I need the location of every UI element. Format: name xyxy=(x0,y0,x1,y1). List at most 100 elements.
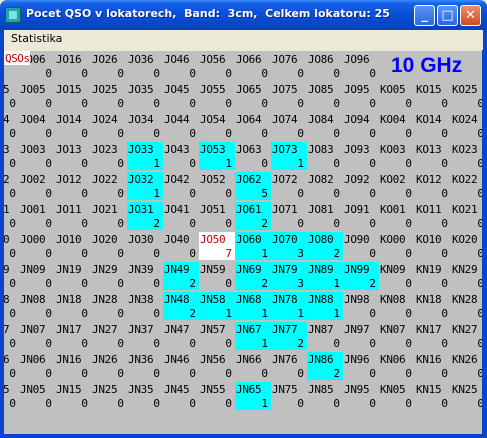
close-button[interactable]: ✕ xyxy=(460,5,481,26)
locator-cell[interactable]: JO31 2 xyxy=(127,202,163,230)
locator-cell[interactable]: JN69 2 xyxy=(235,262,271,290)
title-bar[interactable]: Pocet QSO v lokatorech, Band: 3cm, Celke… xyxy=(0,0,487,30)
locator-cell[interactable]: JN58 1 xyxy=(199,292,235,320)
locator-cell[interactable]: JN07 0 xyxy=(19,322,55,350)
locator-cell[interactable]: JO70 3 xyxy=(271,232,307,260)
locator-cell[interactable]: JN39 0 xyxy=(127,262,163,290)
locator-cell[interactable]: KO24 0 xyxy=(451,112,482,140)
locator-cell[interactable]: JO22 0 xyxy=(91,172,127,200)
locator-cell[interactable]: JO86 0 xyxy=(307,52,343,80)
locator-cell[interactable]: JO85 0 xyxy=(307,82,343,110)
locator-cell[interactable]: JO21 0 xyxy=(91,202,127,230)
locator-cell[interactable]: JN75 0 xyxy=(271,382,307,410)
locator-cell[interactable]: KN19 0 xyxy=(415,262,451,290)
locator-cell[interactable]: JO41 0 xyxy=(163,202,199,230)
locator-cell[interactable]: JO80 2 xyxy=(307,232,343,260)
locator-cell[interactable]: IN990 xyxy=(4,262,19,290)
locator-cell[interactable]: JN68 1 xyxy=(235,292,271,320)
locator-cell[interactable]: JN18 0 xyxy=(55,292,91,320)
locator-cell[interactable]: JN28 0 xyxy=(91,292,127,320)
locator-cell[interactable]: KN26 0 xyxy=(451,352,482,380)
locator-cell[interactable]: JO40 0 xyxy=(163,232,199,260)
locator-cell[interactable]: JO05 0 xyxy=(19,82,55,110)
locator-cell[interactable]: JO61 2 xyxy=(235,202,271,230)
locator-cell[interactable]: JO30 0 xyxy=(127,232,163,260)
locator-cell[interactable]: JN86 2 xyxy=(307,352,343,380)
locator-cell[interactable]: JO72 0 xyxy=(271,172,307,200)
locator-cell[interactable]: JN87 0 xyxy=(307,322,343,350)
locator-cell[interactable]: JN16 0 xyxy=(55,352,91,380)
locator-cell[interactable]: JO71 0 xyxy=(271,202,307,230)
locator-cell[interactable]: JN79 3 xyxy=(271,262,307,290)
locator-cell[interactable]: JO50 7 xyxy=(199,232,235,260)
locator-cell[interactable]: KN28 0 xyxy=(451,292,482,320)
locator-cell[interactable]: JO33 1 xyxy=(127,142,163,170)
locator-cell[interactable]: KN08 0 xyxy=(379,292,415,320)
locator-cell[interactable]: JO16 0 xyxy=(55,52,91,80)
locator-cell[interactable]: JO82 0 xyxy=(307,172,343,200)
locator-cell[interactable]: KO13 0 xyxy=(415,142,451,170)
locator-cell[interactable]: JO14 0 xyxy=(55,112,91,140)
locator-cell[interactable]: JO83 0 xyxy=(307,142,343,170)
locator-cell[interactable]: JN26 0 xyxy=(91,352,127,380)
locator-cell[interactable]: JN89 1 xyxy=(307,262,343,290)
locator-cell[interactable]: JO43 0 xyxy=(163,142,199,170)
locator-cell[interactable]: JO01 0 xyxy=(19,202,55,230)
locator-cell[interactable]: IN960 xyxy=(4,352,19,380)
locator-cell[interactable]: JO24 0 xyxy=(91,112,127,140)
locator-cell[interactable]: JN46 0 xyxy=(163,352,199,380)
locator-cell[interactable]: KN07 0 xyxy=(379,322,415,350)
locator-cell[interactable]: KO22 0 xyxy=(451,172,482,200)
locator-cell[interactable]: KO14 0 xyxy=(415,112,451,140)
locator-cell[interactable]: KN06 0 xyxy=(379,352,415,380)
locator-cell[interactable]: JO66 0 xyxy=(235,52,271,80)
locator-cell[interactable]: KN18 0 xyxy=(415,292,451,320)
locator-cell[interactable]: JO56 0 xyxy=(199,52,235,80)
locator-cell[interactable]: JO45 0 xyxy=(163,82,199,110)
locator-cell[interactable]: JO26 0 xyxy=(91,52,127,80)
locator-cell[interactable]: KO21 0 xyxy=(451,202,482,230)
locator-cell[interactable]: JO75 0 xyxy=(271,82,307,110)
locator-cell[interactable]: JO35 0 xyxy=(127,82,163,110)
app-icon[interactable] xyxy=(5,7,21,23)
locator-cell[interactable]: KO12 0 xyxy=(415,172,451,200)
locator-cell[interactable]: JO95 0 xyxy=(343,82,379,110)
locator-cell[interactable]: KO23 0 xyxy=(451,142,482,170)
locator-cell[interactable]: KN05 0 xyxy=(379,382,415,410)
locator-cell[interactable]: JO51 0 xyxy=(199,202,235,230)
locator-cell[interactable]: JN95 0 xyxy=(343,382,379,410)
locator-cell[interactable]: JO44 0 xyxy=(163,112,199,140)
locator-cell[interactable]: JO53 1 xyxy=(199,142,235,170)
locator-cell[interactable]: JN97 0 xyxy=(343,322,379,350)
locator-cell[interactable]: JN96 0 xyxy=(343,352,379,380)
locator-cell[interactable]: IN950 xyxy=(4,382,19,410)
locator-cell[interactable]: JO84 0 xyxy=(307,112,343,140)
locator-cell[interactable]: JO55 0 xyxy=(199,82,235,110)
locator-cell[interactable]: JO13 0 xyxy=(55,142,91,170)
locator-cell[interactable]: JO52 0 xyxy=(199,172,235,200)
locator-cell[interactable]: JN98 0 xyxy=(343,292,379,320)
locator-cell[interactable]: KO25 0 xyxy=(451,82,482,110)
maximize-button[interactable]: □ xyxy=(437,5,458,26)
locator-cell[interactable]: KO00 0 xyxy=(379,232,415,260)
locator-cell[interactable]: KO04 0 xyxy=(379,112,415,140)
locator-cell[interactable]: JO92 0 xyxy=(343,172,379,200)
locator-cell[interactable]: KN16 0 xyxy=(415,352,451,380)
locator-cell[interactable]: JN25 0 xyxy=(91,382,127,410)
locator-cell[interactable]: JO42 0 xyxy=(163,172,199,200)
locator-cell[interactable]: JO46 0 xyxy=(163,52,199,80)
locator-cell[interactable]: JO10 0 xyxy=(55,232,91,260)
locator-cell[interactable]: JN27 0 xyxy=(91,322,127,350)
locator-cell[interactable]: JO94 0 xyxy=(343,112,379,140)
locator-cell[interactable]: KN15 0 xyxy=(415,382,451,410)
locator-cell[interactable]: IO920 xyxy=(4,172,19,200)
locator-cell[interactable]: JN99 2 xyxy=(343,262,379,290)
locator-cell[interactable]: JN65 1 xyxy=(235,382,271,410)
locator-cell[interactable]: JN77 2 xyxy=(271,322,307,350)
locator-cell[interactable]: JN85 0 xyxy=(307,382,343,410)
locator-cell[interactable]: JO25 0 xyxy=(91,82,127,110)
locator-cell[interactable]: KO10 0 xyxy=(415,232,451,260)
locator-cell[interactable]: JN48 2 xyxy=(163,292,199,320)
locator-cell[interactable]: KN29 0 xyxy=(451,262,482,290)
locator-cell[interactable]: JO91 0 xyxy=(343,202,379,230)
